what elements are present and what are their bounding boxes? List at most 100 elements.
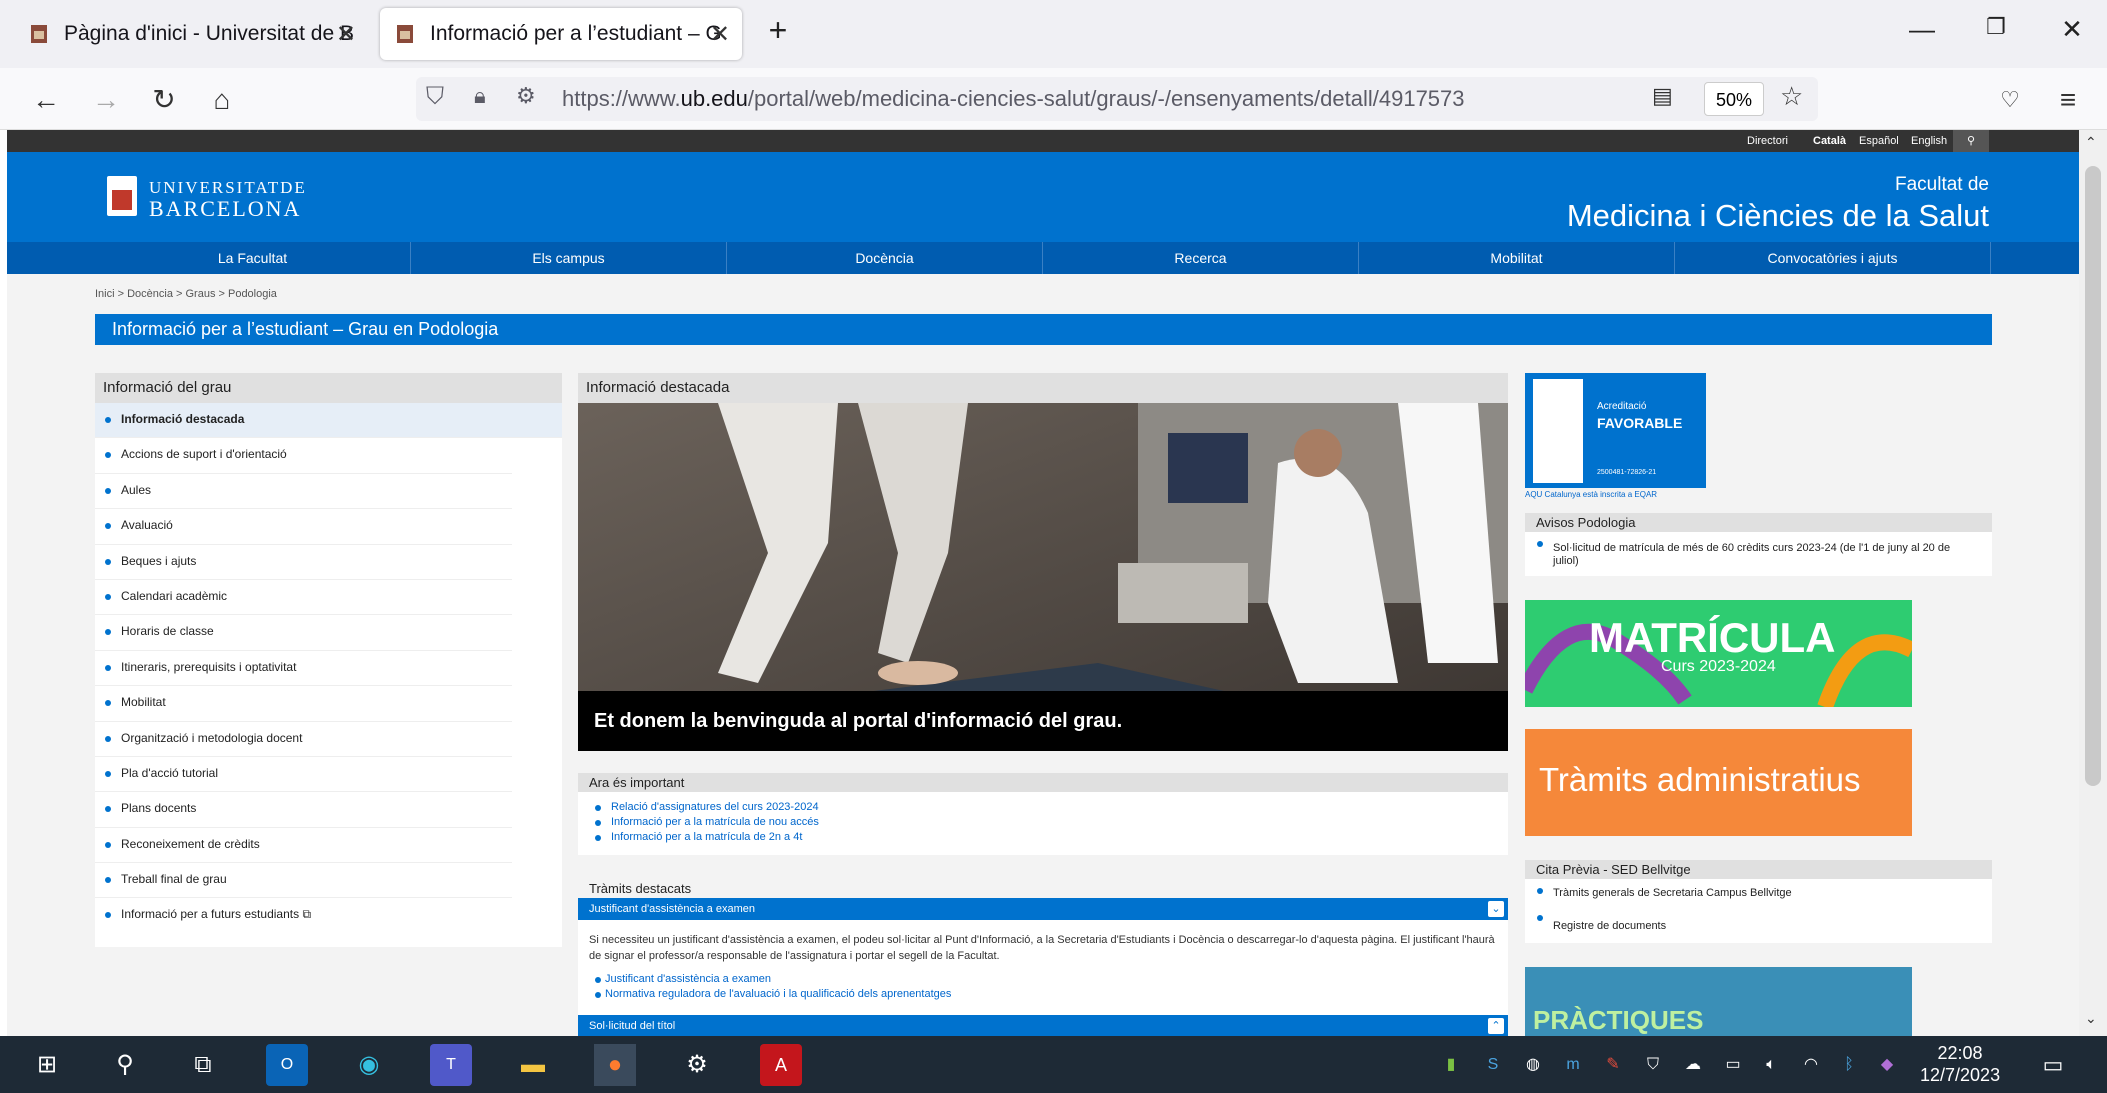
accordion-justificant[interactable]: Justificant d'assistència a examen ⌄	[578, 898, 1508, 920]
volume-icon[interactable]: 🔈︎	[1750, 1044, 1792, 1086]
address-bar[interactable]: ⛉ 🔒︎ ⚙ https://www.ub.edu/portal/web/med…	[416, 77, 1818, 121]
sidebar-item[interactable]: Beques i ajuts	[95, 545, 512, 580]
accordion-titol[interactable]: Sol·licitud del títol ⌃	[578, 1015, 1508, 1036]
file-explorer-icon[interactable]: ▬	[512, 1044, 554, 1086]
close-tab-icon[interactable]: ✕	[336, 20, 356, 49]
menu-recerca[interactable]: Recerca	[1043, 242, 1359, 274]
close-window-icon[interactable]: ✕	[2052, 14, 2092, 45]
page-scrollbar[interactable]: ⌃ ⌄	[2079, 130, 2107, 1036]
tramits-banner[interactable]: Tràmits administratius	[1525, 729, 1912, 836]
outlook-icon[interactable]: O	[266, 1044, 308, 1086]
tray-m-icon[interactable]: m	[1552, 1044, 1594, 1086]
sidebar-item[interactable]: Pla d'acció tutorial	[95, 757, 512, 793]
firefox-icon[interactable]: ●	[594, 1044, 636, 1086]
close-tab-icon[interactable]: ✕	[710, 20, 730, 49]
tray-s-icon[interactable]: S	[1472, 1044, 1514, 1086]
sidebar-item[interactable]: Aules	[95, 474, 512, 510]
bluetooth-icon[interactable]: ᛒ	[1828, 1044, 1870, 1086]
cita-item[interactable]: Tràmits generals de Secretaria Campus Be…	[1525, 879, 1992, 906]
menu-els-campus[interactable]: Els campus	[411, 242, 727, 274]
sidebar-item[interactable]: Mobilitat	[95, 686, 512, 722]
tray-globe-icon[interactable]: ◍	[1512, 1044, 1554, 1086]
forward-icon[interactable]: →	[86, 80, 126, 120]
home-icon[interactable]: ⌂	[202, 80, 242, 120]
url-text[interactable]: https://www.ub.edu/portal/web/medicina-c…	[562, 86, 1465, 112]
restore-icon[interactable]: ❐	[1976, 14, 2016, 40]
matricula-sub: Curs 2023-2024	[1661, 658, 1776, 675]
edge-icon[interactable]: ◉	[348, 1044, 390, 1086]
hero-image[interactable]: Et donem la benvinguda al portal d'infor…	[578, 403, 1508, 751]
scroll-down-icon[interactable]: ⌄	[2085, 1010, 2097, 1027]
search-icon[interactable]: ⚲	[104, 1044, 146, 1086]
teams-icon[interactable]: T	[430, 1044, 472, 1086]
chevron-down-icon[interactable]: ⌄	[1488, 901, 1504, 917]
task-view-icon[interactable]: ⧉	[182, 1044, 224, 1086]
avisos-item[interactable]: Sol·licitud de matrícula de més de 60 cr…	[1525, 532, 1992, 576]
logo-line2: BARCELONA	[149, 196, 302, 221]
tray-pen-icon[interactable]: ✎	[1592, 1044, 1634, 1086]
sidebar-item[interactable]: Treball final de grau	[95, 863, 512, 899]
sidebar-item[interactable]: Itineraris, prerequisits i optativitat	[95, 651, 512, 687]
search-icon[interactable]: ⚲	[1953, 130, 1989, 152]
sidebar-item[interactable]: Plans docents	[95, 792, 512, 828]
menu-docencia[interactable]: Docència	[727, 242, 1043, 274]
windows-start-icon[interactable]: ⊞	[26, 1044, 68, 1086]
ub-favicon-icon	[394, 23, 416, 45]
settings-icon[interactable]: ⚙	[676, 1044, 718, 1086]
sidebar-item[interactable]: Calendari acadèmic	[95, 580, 512, 616]
reload-icon[interactable]: ↻	[144, 80, 184, 120]
practiques-banner[interactable]: PRÀCTIQUES	[1525, 967, 1912, 1036]
chevron-up-icon[interactable]: ⌃	[1488, 1018, 1504, 1034]
notification-icon[interactable]: ▭	[2032, 1044, 2074, 1086]
scrollbar-thumb[interactable]	[2085, 166, 2101, 786]
zoom-level[interactable]: 50%	[1704, 82, 1764, 116]
aqu-accreditation-badge[interactable]: Acreditació FAVORABLE 2500481-72826-21	[1525, 373, 1706, 488]
tray-shield-icon[interactable]: ⛉	[1632, 1044, 1674, 1086]
logo-line1: UNIVERSITATDE	[149, 178, 307, 197]
accordion-link[interactable]: Normativa reguladora de l'avaluació i la…	[578, 987, 1508, 1002]
tray-app-icon[interactable]: ▮	[1430, 1044, 1472, 1086]
browser-nav-bar: ← → ↻ ⌂ ⛉ 🔒︎ ⚙ https://www.ub.edu/portal…	[0, 68, 2107, 130]
permissions-icon[interactable]: ⚙	[516, 83, 536, 109]
cita-item[interactable]: Registre de documents	[1525, 906, 1992, 943]
bookmark-star-icon[interactable]: ☆	[1780, 81, 1803, 112]
menu-convocatories[interactable]: Convocatòries i ajuts	[1675, 242, 1991, 274]
reader-view-icon[interactable]: ▤	[1652, 83, 1673, 109]
lang-english[interactable]: English	[1911, 135, 1947, 147]
sidebar-item[interactable]: Informació destacada	[95, 403, 562, 439]
tray-teams-icon[interactable]: ◆	[1866, 1044, 1908, 1086]
important-link[interactable]: Relació d'assignatures del curs 2023-202…	[578, 800, 1508, 815]
sidebar-item[interactable]: Accions de suport i d'orientació	[95, 438, 512, 474]
tab-home[interactable]: Pàgina d'inici - Universitat de Ba ✕	[14, 8, 368, 60]
acrobat-icon[interactable]: A	[760, 1044, 802, 1086]
lang-espanol[interactable]: Español	[1859, 135, 1899, 147]
minimize-icon[interactable]: —	[1902, 14, 1942, 45]
tray-cloud-icon[interactable]: ☁	[1672, 1044, 1714, 1086]
shield-icon[interactable]: ⛉	[426, 83, 444, 111]
clock[interactable]: 22:08 12/7/2023	[1920, 1042, 2000, 1086]
sidebar-item[interactable]: Reconeixement de crèdits	[95, 828, 512, 864]
sidebar-item[interactable]: Horaris de classe	[95, 615, 512, 651]
accordion-link[interactable]: Justificant d'assistència a examen	[578, 972, 1508, 987]
scroll-up-icon[interactable]: ⌃	[2085, 134, 2097, 151]
pocket-icon[interactable]: ♡	[1990, 80, 2030, 120]
sidebar-item[interactable]: Avaluació	[95, 509, 512, 545]
back-icon[interactable]: ←	[26, 80, 66, 120]
wifi-icon[interactable]: ◠	[1790, 1044, 1832, 1086]
tab-active[interactable]: Informació per a l’estudiant – Gr ✕	[380, 8, 742, 60]
menu-icon[interactable]: ≡	[2048, 80, 2088, 120]
sidebar-item[interactable]: Organització i metodologia docent	[95, 722, 512, 757]
menu-mobilitat[interactable]: Mobilitat	[1359, 242, 1675, 274]
breadcrumb[interactable]: Inici > Docència > Graus > Podologia	[95, 288, 277, 300]
faculty-name[interactable]: Medicina i Ciències de la Salut	[1567, 198, 1989, 234]
battery-icon[interactable]: ▭	[1712, 1044, 1754, 1086]
lock-icon[interactable]: 🔒︎	[474, 83, 486, 109]
lang-catala[interactable]: Català	[1813, 135, 1846, 147]
important-link[interactable]: Informació per a la matrícula de nou acc…	[578, 815, 1508, 830]
menu-la-facultat[interactable]: La Facultat	[95, 242, 411, 274]
new-tab-icon[interactable]: +	[758, 12, 798, 49]
matricula-banner[interactable]: MATRÍCULA Curs 2023-2024	[1525, 600, 1912, 707]
link-directori[interactable]: Directori	[1747, 135, 1788, 147]
important-link[interactable]: Informació per a la matrícula de 2n a 4t	[578, 830, 1508, 845]
sidebar-item-external[interactable]: Informació per a futurs estudiants ⧉	[95, 898, 512, 933]
